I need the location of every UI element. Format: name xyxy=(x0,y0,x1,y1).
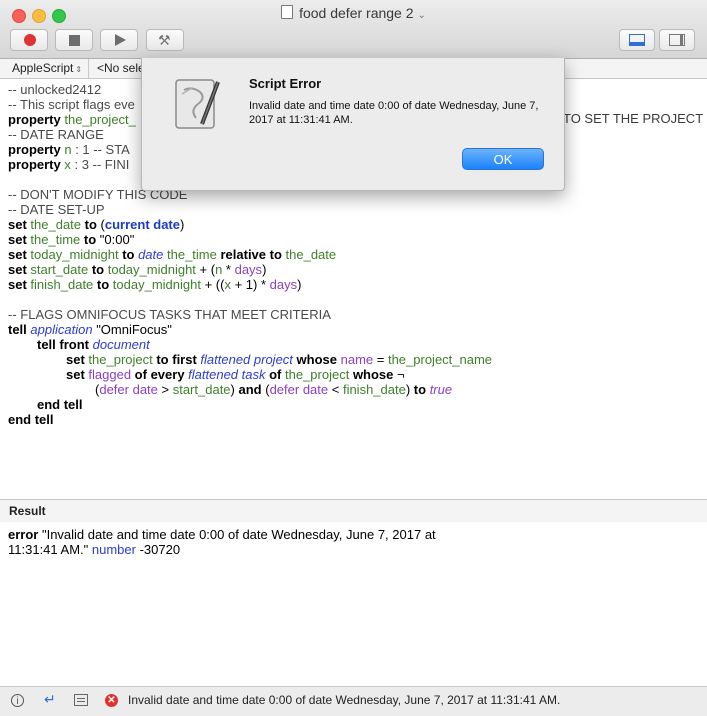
up-down-arrow-icon: ⇕ xyxy=(75,65,83,74)
handler-popup[interactable]: <No sele xyxy=(97,61,145,75)
code-line: -- DATE RANGE xyxy=(8,127,104,142)
script-editor-icon xyxy=(175,79,220,129)
stop-button[interactable] xyxy=(55,29,93,51)
code-line: tell application "OmniFocus" xyxy=(8,322,172,337)
code-line: -- DATE SET-UP xyxy=(8,202,105,217)
show-result-view-button[interactable] xyxy=(619,29,655,51)
stop-icon xyxy=(69,35,80,46)
code-line: end tell xyxy=(8,412,54,427)
script-error-dialog: Script Error Invalid date and time date … xyxy=(141,58,565,191)
code-line: property n : 1 -- STA xyxy=(8,142,130,157)
code-line: set flagged of every flattened task of t… xyxy=(66,367,405,382)
ok-button[interactable]: OK xyxy=(462,148,544,170)
code-line: set the_time to "0:00" xyxy=(8,232,135,247)
compile-button[interactable]: ⚒ xyxy=(146,29,184,51)
code-line: end tell xyxy=(37,397,83,412)
code-line: -- FLAGS OMNIFOCUS TASKS THAT MEET CRITE… xyxy=(8,307,331,322)
language-popup[interactable]: AppleScript ⇕ xyxy=(12,61,82,75)
status-bar: i ↵ ✕ Invalid date and time date 0:00 of… xyxy=(0,686,707,716)
code-line: set the_project to first flattened proje… xyxy=(66,352,493,367)
show-sidebar-icon xyxy=(669,34,685,46)
error-icon: ✕ xyxy=(105,694,118,707)
nav-divider xyxy=(88,59,89,78)
document-icon xyxy=(281,5,294,19)
dialog-message: Invalid date and time date 0:00 of date … xyxy=(249,100,539,126)
show-sidebar-button[interactable] xyxy=(659,29,695,51)
result-pane[interactable]: error "Invalid date and time date 0:00 o… xyxy=(0,522,707,686)
code-line: -- This script flags eve xyxy=(8,97,135,112)
show-result-view-icon xyxy=(629,34,645,46)
hammer-icon: ⚒ xyxy=(158,32,171,48)
code-line: set finish_date to today_midnight + ((x … xyxy=(8,277,302,292)
result-pane-header: Result xyxy=(0,499,707,523)
code-line: -- unlocked2412 xyxy=(8,82,102,97)
record-icon xyxy=(24,34,36,46)
run-button[interactable] xyxy=(100,29,138,51)
title-bar: food defer range 2 ⌄ ⚒ xyxy=(0,0,707,59)
run-icon xyxy=(115,34,126,46)
dialog-title: Script Error xyxy=(249,76,322,91)
chevron-down-icon: ⌄ xyxy=(417,10,426,21)
code-line: property x : 3 -- FINI xyxy=(8,157,130,172)
code-line-overflow: TO SET THE PROJECT xyxy=(563,111,704,126)
status-message: Invalid date and time date 0:00 of date … xyxy=(128,693,561,707)
code-line: set the_date to (current date) xyxy=(8,217,185,232)
code-line: (defer date > start_date) and (defer dat… xyxy=(95,382,453,397)
result-line: error "Invalid date and time date 0:00 o… xyxy=(8,527,436,542)
record-button[interactable] xyxy=(10,29,48,51)
script-editor-window: food defer range 2 ⌄ ⚒ AppleScript ⇕ <No s… xyxy=(0,0,707,716)
code-line: tell front document xyxy=(37,337,150,352)
code-line: set today_midnight to date the_time rela… xyxy=(8,247,337,262)
code-line: property the_project_ xyxy=(8,112,136,127)
return-icon[interactable]: ↵ xyxy=(44,691,56,708)
result-line: 11:31:41 AM." number -30720 xyxy=(8,542,181,557)
list-icon[interactable] xyxy=(74,694,88,706)
info-icon[interactable]: i xyxy=(11,694,24,707)
window-title[interactable]: food defer range 2 ⌄ xyxy=(0,5,707,21)
code-line: set start_date to today_midnight + (n * … xyxy=(8,262,267,277)
